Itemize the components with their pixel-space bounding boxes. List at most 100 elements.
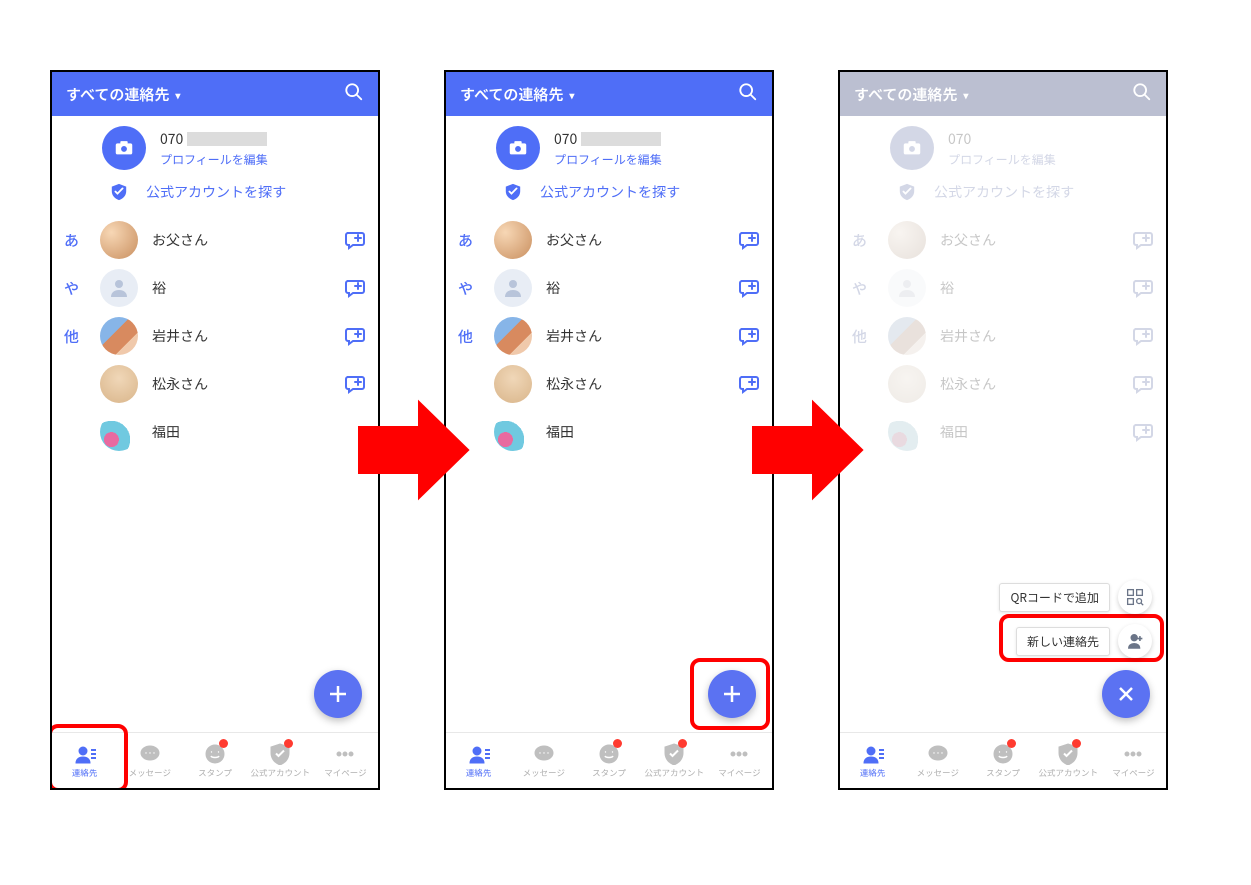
fab-add-button[interactable] — [314, 670, 362, 718]
avatar — [494, 221, 532, 259]
nav-tab-stamps[interactable]: スタンプ — [970, 733, 1035, 788]
new-chat-icon — [1132, 421, 1154, 443]
messages-icon — [533, 743, 555, 765]
new-chat-icon — [1132, 277, 1154, 299]
search-icon[interactable] — [344, 82, 364, 107]
nav-tab-official[interactable]: 公式アカウント — [1036, 733, 1101, 788]
find-official-accounts-row[interactable]: 公式アカウントを探す — [446, 172, 772, 216]
contact-row: や裕 — [852, 264, 1154, 312]
new-chat-icon[interactable] — [738, 277, 760, 299]
new-chat-icon[interactable] — [738, 229, 760, 251]
contact-row: 松永さん — [852, 360, 1154, 408]
contact-row[interactable]: や裕 — [458, 264, 760, 312]
header-title-dropdown[interactable]: すべての連絡先 ▾ — [460, 84, 574, 105]
fab-action-new-contact[interactable]: 新しい連絡先 — [1016, 624, 1152, 658]
fab-container — [314, 670, 362, 718]
nav-tab-stamps[interactable]: スタンプ — [182, 733, 247, 788]
contact-row[interactable]: 他岩井さん — [458, 312, 760, 360]
contact-row[interactable]: 他 岩井さん — [64, 312, 366, 360]
new-chat-icon — [1132, 229, 1154, 251]
index-letter: や — [64, 278, 100, 299]
app-header: すべての連絡先 ▾ — [446, 72, 772, 116]
fab-action-add-by-qr[interactable]: QRコードで追加 — [999, 580, 1152, 614]
contact-name: 福田 — [152, 422, 366, 442]
plus-icon — [721, 683, 743, 705]
nav-tab-official[interactable]: 公式アカウント — [642, 733, 707, 788]
messages-icon — [927, 743, 949, 765]
fab-container — [708, 670, 756, 718]
find-official-accounts-row[interactable]: 公式アカウントを探す — [52, 172, 378, 216]
notification-dot — [613, 739, 622, 748]
chevron-down-icon: ▾ — [569, 87, 574, 102]
nav-tab-contacts[interactable]: 連絡先 — [52, 733, 117, 788]
camera-icon[interactable] — [496, 126, 540, 170]
messages-icon — [139, 743, 161, 765]
contact-row[interactable]: 松永さん — [64, 360, 366, 408]
redacted-number — [187, 132, 267, 146]
fab-add-button[interactable] — [708, 670, 756, 718]
edit-profile-link[interactable]: プロフィールを編集 — [554, 151, 662, 168]
fab-expanded-menu: QRコードで追加 新しい連絡先 — [999, 580, 1152, 658]
my-profile-row[interactable]: 070 プロフィールを編集 — [52, 116, 378, 172]
my-phone-number: 070 — [554, 129, 662, 149]
nav-tab-messages[interactable]: メッセージ — [511, 733, 576, 788]
nav-tab-mypage[interactable]: マイページ — [1101, 733, 1166, 788]
nav-tab-messages[interactable]: メッセージ — [905, 733, 970, 788]
new-chat-icon[interactable] — [344, 325, 366, 347]
new-chat-icon[interactable] — [344, 229, 366, 251]
avatar — [100, 269, 138, 307]
avatar — [494, 269, 532, 307]
official-accounts-label: 公式アカウントを探す — [146, 182, 286, 202]
my-profile-row[interactable]: 070 プロフィールを編集 — [446, 116, 772, 172]
new-contact-action-label: 新しい連絡先 — [1016, 627, 1110, 656]
tutorial-flow: すべての連絡先 ▾ 070 プロフィールを編集 公式アカウントを探す あお父さん… — [50, 70, 1201, 790]
header-title-dropdown[interactable]: すべての連絡先 ▾ — [854, 84, 968, 105]
contact-row[interactable]: 福田 — [64, 408, 366, 456]
nav-tab-contacts[interactable]: 連絡先 — [446, 733, 511, 788]
screen-step-2: すべての連絡先 ▾ 070 プロフィールを編集 公式アカウントを探す あお父さん… — [444, 70, 774, 790]
header-title-dropdown[interactable]: すべての連絡先 ▾ — [66, 84, 180, 105]
contacts-list: あお父さん や裕 他岩井さん 松永さん 福田 — [446, 216, 772, 456]
new-chat-icon[interactable] — [344, 277, 366, 299]
avatar — [100, 221, 138, 259]
new-chat-icon[interactable] — [738, 325, 760, 347]
nav-tab-official[interactable]: 公式アカウント — [248, 733, 313, 788]
search-icon[interactable] — [738, 82, 758, 107]
app-header: すべての連絡先 ▾ — [840, 72, 1166, 116]
notification-dot — [1072, 739, 1081, 748]
camera-icon[interactable] — [102, 126, 146, 170]
contact-row[interactable]: あお父さん — [458, 216, 760, 264]
contact-name: 岩井さん — [152, 326, 344, 346]
my-phone-number: 070 — [948, 129, 1056, 149]
contacts-list: あお父さん や裕 他 岩井さん 松永さん 福田 — [52, 216, 378, 456]
contact-row[interactable]: 福田 — [458, 408, 760, 456]
app-header: すべての連絡先 ▾ — [52, 72, 378, 116]
plus-icon — [327, 683, 349, 705]
find-official-accounts-row: 公式アカウントを探す — [840, 172, 1166, 216]
contact-row[interactable]: や裕 — [64, 264, 366, 312]
nav-tab-contacts[interactable]: 連絡先 — [840, 733, 905, 788]
edit-profile-link[interactable]: プロフィールを編集 — [160, 151, 268, 168]
fab-container — [1102, 670, 1150, 718]
contacts-body: 070 プロフィールを編集 公式アカウントを探す あお父さん や裕 他 岩井さん … — [52, 116, 378, 732]
add-person-icon — [1118, 624, 1152, 658]
new-chat-icon — [1132, 325, 1154, 347]
index-letter: 他 — [64, 326, 100, 347]
search-icon[interactable] — [1132, 82, 1152, 107]
contact-row[interactable]: あお父さん — [64, 216, 366, 264]
flow-arrow-icon — [746, 390, 866, 510]
screen-step-1: すべての連絡先 ▾ 070 プロフィールを編集 公式アカウントを探す あお父さん… — [50, 70, 380, 790]
my-phone-number: 070 — [160, 129, 268, 149]
contact-row: 福田 — [852, 408, 1154, 456]
nav-tab-messages[interactable]: メッセージ — [117, 733, 182, 788]
contact-row[interactable]: 松永さん — [458, 360, 760, 408]
nav-tab-mypage[interactable]: マイページ — [313, 733, 378, 788]
close-icon — [1115, 683, 1137, 705]
fab-close-button[interactable] — [1102, 670, 1150, 718]
nav-tab-mypage[interactable]: マイページ — [707, 733, 772, 788]
shield-check-icon — [110, 183, 128, 201]
notification-dot — [678, 739, 687, 748]
mypage-icon — [334, 743, 356, 765]
nav-tab-stamps[interactable]: スタンプ — [576, 733, 641, 788]
contact-name: 松永さん — [152, 374, 344, 394]
